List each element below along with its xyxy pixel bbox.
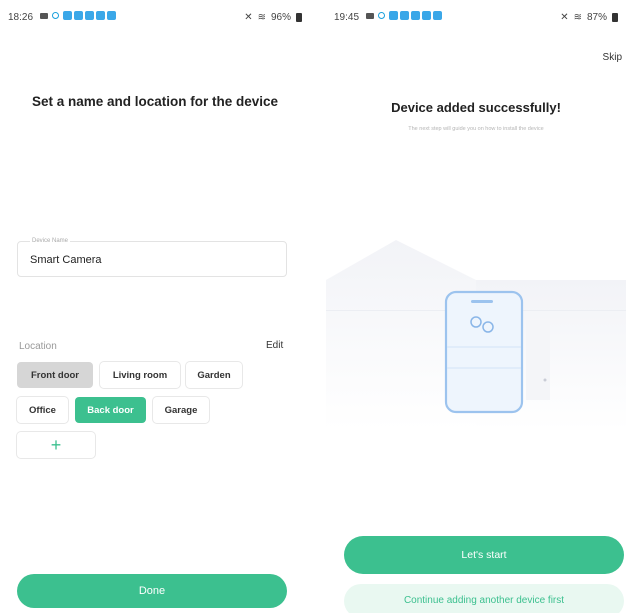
room-chip-back-door[interactable]: Back door: [75, 397, 146, 423]
app-icon: [400, 11, 409, 20]
mute-icon: ✕: [560, 12, 569, 23]
wifi-icon: ≋: [573, 12, 582, 23]
status-bar: 19:45 ✕ ≋ 87%: [334, 10, 618, 26]
battery-level: 96%: [270, 12, 291, 23]
add-room-button[interactable]: +: [17, 432, 95, 458]
message-icon: [366, 12, 374, 19]
done-button[interactable]: Done: [17, 574, 287, 608]
system-icons: ✕ ≋ 87%: [560, 12, 618, 23]
app-icon: [107, 11, 116, 20]
message-icon: [40, 12, 48, 19]
status-time: 19:45: [334, 12, 360, 23]
app-icon: [411, 11, 420, 20]
app-icon: [389, 11, 398, 20]
app-icon: [74, 11, 83, 20]
skip-button[interactable]: Skip: [603, 52, 622, 63]
battery-icon: [296, 13, 302, 22]
success-title: Device added successfully!: [391, 100, 561, 115]
sync-icon: [378, 12, 385, 19]
room-chip-garden[interactable]: Garden: [186, 362, 242, 388]
notification-icons: [40, 11, 116, 20]
wifi-icon: ≋: [257, 12, 266, 23]
system-icons: ✕ ≋ 96%: [244, 12, 302, 23]
status-time: 18:26: [8, 12, 34, 23]
mute-icon: ✕: [244, 12, 253, 23]
room-chip-living-room[interactable]: Living room: [100, 362, 180, 388]
house-illustration: [326, 240, 626, 430]
sync-icon: [52, 12, 59, 19]
notification-icons: [366, 11, 442, 20]
room-chip-office[interactable]: Office: [17, 397, 68, 423]
device-name-value[interactable]: Smart Camera: [30, 254, 102, 266]
phone-illustration: [444, 290, 524, 414]
app-icon: [422, 11, 431, 20]
page-title: Set a name and location for the device: [31, 94, 279, 109]
app-icon: [433, 11, 442, 20]
app-icon: [85, 11, 94, 20]
room-chip-garage[interactable]: Garage: [153, 397, 209, 423]
location-label: Location: [19, 341, 57, 352]
device-name-label: Device Name: [30, 238, 71, 244]
battery-icon: [612, 13, 618, 22]
app-icon: [63, 11, 72, 20]
success-subtitle: The next step will guide you on how to i…: [408, 126, 544, 132]
device-name-field[interactable]: Device Name Smart Camera: [17, 238, 287, 277]
left-screen: 18:26 ✕ ≋ 96% Set a name and location fo…: [0, 0, 310, 613]
battery-level: 87%: [586, 12, 607, 23]
room-chip-front-door[interactable]: Front door: [17, 362, 93, 388]
location-edit-button[interactable]: Edit: [266, 340, 283, 351]
right-screen: 19:45 ✕ ≋ 87% Skip Device added successf…: [326, 0, 626, 613]
lets-start-button[interactable]: Let's start: [344, 536, 624, 574]
app-icon: [96, 11, 105, 20]
continue-adding-button[interactable]: Continue adding another device first: [344, 584, 624, 613]
status-bar: 18:26 ✕ ≋ 96%: [8, 10, 302, 26]
